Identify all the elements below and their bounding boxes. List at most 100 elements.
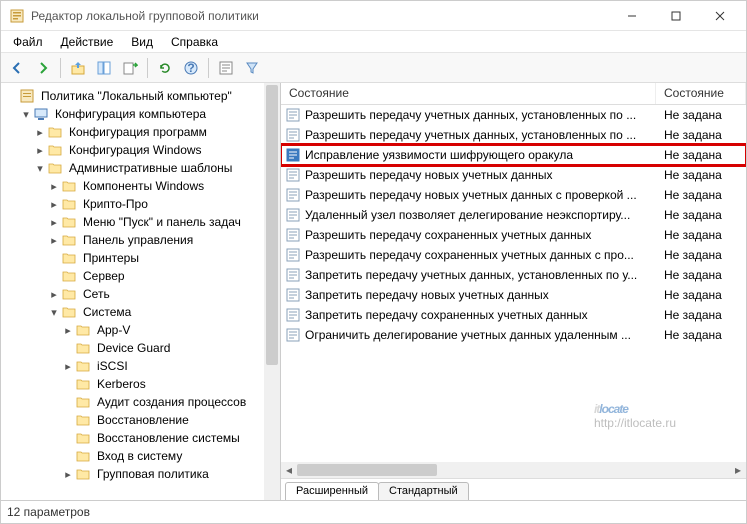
folder-icon [61, 286, 77, 302]
minimize-button[interactable] [610, 2, 654, 30]
tree-group-policy[interactable]: ▸Групповая политика [5, 465, 262, 483]
setting-icon [285, 147, 301, 163]
tree-kerberos[interactable]: Kerberos [5, 375, 262, 393]
setting-label: Запретить передачу учетных данных, устан… [305, 268, 656, 282]
maximize-button[interactable] [654, 2, 698, 30]
tree-win-components[interactable]: ▸Компоненты Windows [5, 177, 262, 195]
expand-icon[interactable]: ▸ [47, 197, 61, 211]
properties-button[interactable] [214, 56, 238, 80]
folder-icon [75, 322, 91, 338]
tree-printers[interactable]: Принтеры [5, 249, 262, 267]
up-button[interactable] [66, 56, 90, 80]
setting-row[interactable]: Ограничить делегирование учетных данных … [281, 325, 746, 345]
setting-state: Не задана [656, 268, 746, 282]
tree-start-menu[interactable]: ▸Меню "Пуск" и панель задач [5, 213, 262, 231]
expand-icon[interactable]: ▸ [47, 179, 61, 193]
expand-icon[interactable]: ▸ [47, 287, 61, 301]
setting-icon [285, 287, 301, 303]
toolbar: ? [1, 53, 746, 83]
expand-icon[interactable]: ▸ [33, 143, 47, 157]
tree-device-guard[interactable]: Device Guard [5, 339, 262, 357]
setting-row[interactable]: Разрешить передачу сохраненных учетных д… [281, 225, 746, 245]
expand-icon[interactable]: ▸ [47, 215, 61, 229]
setting-row[interactable]: Разрешить передачу новых учетных данныхН… [281, 165, 746, 185]
setting-state: Не задана [656, 288, 746, 302]
setting-row[interactable]: Запретить передачу сохраненных учетных д… [281, 305, 746, 325]
setting-state: Не задана [656, 308, 746, 322]
hscroll-right-icon[interactable]: ▸ [730, 462, 746, 478]
setting-row[interactable]: Разрешить передачу новых учетных данных … [281, 185, 746, 205]
expand-icon[interactable]: ▾ [33, 161, 47, 175]
expand-icon[interactable]: ▸ [61, 323, 75, 337]
menu-action[interactable]: Действие [53, 33, 122, 51]
list-hscrollbar[interactable]: ◂ ▸ [281, 462, 746, 478]
column-state2[interactable]: Состояние [656, 83, 746, 104]
app-icon [9, 8, 25, 24]
folder-icon [75, 448, 91, 464]
tree-label: Административные шаблоны [66, 160, 235, 176]
setting-state: Не задана [656, 168, 746, 182]
folder-icon [75, 376, 91, 392]
setting-icon [285, 107, 301, 123]
setting-icon [285, 327, 301, 343]
tree-label: Панель управления [80, 232, 196, 248]
tree-iscsi[interactable]: ▸iSCSI [5, 357, 262, 375]
tree-label: Конфигурация программ [66, 124, 210, 140]
tree-crypto[interactable]: ▸Крипто-Про [5, 195, 262, 213]
setting-label: Разрешить передачу сохраненных учетных д… [305, 228, 656, 242]
help-button[interactable]: ? [179, 56, 203, 80]
back-button[interactable] [5, 56, 29, 80]
menu-help[interactable]: Справка [163, 33, 226, 51]
setting-row[interactable]: Исправление уязвимости шифрующего оракул… [281, 145, 746, 165]
filter-button[interactable] [240, 56, 264, 80]
setting-row[interactable]: Удаленный узел позволяет делегирование н… [281, 205, 746, 225]
close-button[interactable] [698, 2, 742, 30]
tab-standard[interactable]: Стандартный [378, 482, 469, 500]
setting-row[interactable]: Разрешить передачу учетных данных, устан… [281, 125, 746, 145]
setting-icon [285, 227, 301, 243]
refresh-button[interactable] [153, 56, 177, 80]
menu-view[interactable]: Вид [123, 33, 161, 51]
folder-icon [47, 160, 63, 176]
tree-server[interactable]: Сервер [5, 267, 262, 285]
tree-admin-templates[interactable]: ▾ Административные шаблоны [5, 159, 262, 177]
tree-restore[interactable]: Восстановление [5, 411, 262, 429]
setting-row[interactable]: Запретить передачу учетных данных, устан… [281, 265, 746, 285]
expand-icon[interactable]: ▾ [47, 305, 61, 319]
tree-control-panel[interactable]: ▸ Панель управления [5, 231, 262, 249]
tree-network[interactable]: ▸Сеть [5, 285, 262, 303]
tree-appv[interactable]: ▸App-V [5, 321, 262, 339]
setting-row[interactable]: Запретить передачу новых учетных данныхН… [281, 285, 746, 305]
list-tabs: Расширенный Стандартный [281, 478, 746, 500]
menu-file[interactable]: Файл [5, 33, 51, 51]
tree-root[interactable]: Политика "Локальный компьютер" [5, 87, 262, 105]
tree-system[interactable]: ▾Система [5, 303, 262, 321]
tree-windows[interactable]: ▸Конфигурация Windows [5, 141, 262, 159]
expand-icon[interactable]: ▾ [19, 107, 33, 121]
folder-icon [75, 340, 91, 356]
tree-software[interactable]: ▸ Конфигурация программ [5, 123, 262, 141]
tree-process-audit[interactable]: Аудит создания процессов [5, 393, 262, 411]
statusbar: 12 параметров [1, 500, 746, 522]
expand-icon[interactable]: ▸ [61, 467, 75, 481]
expand-icon[interactable]: ▸ [33, 125, 47, 139]
setting-row[interactable]: Разрешить передачу сохраненных учетных д… [281, 245, 746, 265]
setting-state: Не задана [656, 128, 746, 142]
expand-icon[interactable]: ▸ [47, 233, 61, 247]
tree-scrollbar[interactable] [264, 83, 280, 500]
tree-logon[interactable]: Вход в систему [5, 447, 262, 465]
folder-icon [75, 358, 91, 374]
setting-label: Разрешить передачу учетных данных, устан… [305, 108, 656, 122]
list-header: Состояние Состояние [281, 83, 746, 105]
export-button[interactable] [118, 56, 142, 80]
setting-row[interactable]: Разрешить передачу учетных данных, устан… [281, 105, 746, 125]
column-state1[interactable]: Состояние [281, 83, 656, 104]
tree-system-restore[interactable]: Восстановление системы [5, 429, 262, 447]
list-pane: Состояние Состояние Разрешить передачу у… [281, 83, 746, 500]
show-hide-button[interactable] [92, 56, 116, 80]
forward-button[interactable] [31, 56, 55, 80]
tree-computer-config[interactable]: ▾ Конфигурация компьютера [5, 105, 262, 123]
hscroll-left-icon[interactable]: ◂ [281, 462, 297, 478]
tab-extended[interactable]: Расширенный [285, 482, 379, 500]
expand-icon[interactable]: ▸ [61, 359, 75, 373]
